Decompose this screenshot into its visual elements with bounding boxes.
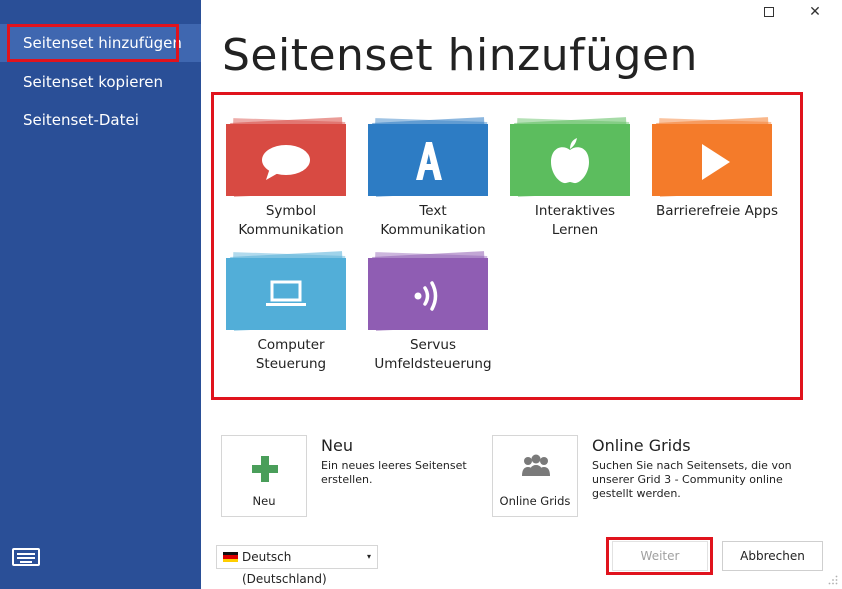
tile-text-kommunikation[interactable]: Text Kommunikation [368, 117, 498, 240]
tile-label: Interaktives Lernen [534, 203, 616, 238]
play-icon [702, 144, 730, 180]
signal-icon [414, 281, 438, 311]
sidebar-item-seitenset-datei[interactable]: Seitenset-Datei [0, 101, 201, 139]
tile-label: Text Kommunikation [380, 203, 486, 238]
online-grids-description: Suchen Sie nach Seitensets, die von unse… [592, 459, 792, 500]
people-icon [522, 454, 550, 476]
close-button[interactable]: ✕ [792, 0, 838, 28]
tile-label: Symbol Kommunikation [238, 203, 344, 238]
close-icon: ✕ [809, 4, 821, 20]
tile-label: Servus Umfeldsteuerung [374, 337, 492, 372]
maximize-icon [764, 7, 774, 17]
language-select-value: Deutsch (Deutschland) [242, 550, 327, 586]
sidebar-item-label: Seitenset-Datei [23, 111, 139, 129]
sidebar-item-seitenset-kopieren[interactable]: Seitenset kopieren [0, 63, 201, 101]
new-description: Ein neues leeres Seitenset erstellen. [321, 459, 467, 486]
tile-label: Computer Steuerung [255, 337, 327, 372]
tile-symbol-kommunikation[interactable]: Symbol Kommunikation [226, 117, 356, 240]
new-button-label: Neu [252, 494, 276, 508]
online-grids-button[interactable]: Online Grids [492, 435, 578, 517]
apple-icon [551, 138, 589, 184]
tile-computer-steuerung[interactable]: Computer Steuerung [226, 251, 356, 374]
highlight-box [7, 24, 179, 62]
dialog-window: Seitenset hinzufügen Seitenset kopieren … [0, 0, 842, 589]
tile-label: Barrierefreie Apps [655, 203, 779, 219]
tile-barrierefreie-apps[interactable]: Barrierefreie Apps [652, 117, 782, 221]
language-select[interactable]: Deutsch (Deutschland) ▾ [216, 545, 378, 586]
letter-a-icon [416, 142, 442, 180]
new-title: Neu [321, 436, 353, 455]
tile-interaktives-lernen[interactable]: Interaktives Lernen [510, 117, 640, 240]
chevron-down-icon: ▾ [366, 552, 371, 561]
keyboard-icon[interactable] [12, 548, 40, 566]
tile-servus-umfeldsteuerung[interactable]: Servus Umfeldsteuerung [368, 251, 498, 374]
highlight-box [606, 537, 713, 575]
sidebar-item-seitenset-hinzufuegen[interactable]: Seitenset hinzufügen [0, 24, 201, 62]
plus-icon [252, 456, 278, 482]
sidebar-item-label: Seitenset kopieren [23, 73, 164, 91]
cancel-button[interactable]: Abbrechen [722, 541, 823, 571]
speech-bubble-icon [262, 145, 310, 180]
new-button[interactable]: Neu [221, 435, 307, 517]
laptop-icon [266, 280, 306, 306]
resize-grip-icon[interactable] [828, 575, 838, 585]
german-flag-icon [223, 552, 238, 562]
sidebar: Seitenset hinzufügen Seitenset kopieren … [0, 0, 201, 589]
page-title: Seitenset hinzufügen [222, 30, 698, 81]
online-grids-title: Online Grids [592, 436, 691, 455]
maximize-button[interactable] [746, 0, 792, 28]
online-grids-button-label: Online Grids [499, 494, 571, 508]
